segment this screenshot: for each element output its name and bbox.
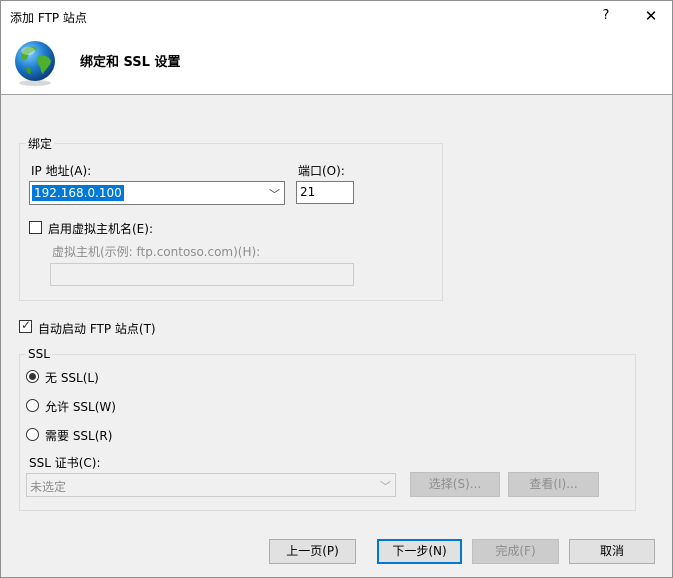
ssl-cert-label: SSL 证书(C): (29, 456, 101, 470)
radio-require-ssl[interactable] (26, 428, 39, 441)
virtual-host-checkbox[interactable] (29, 221, 42, 234)
title-bar: 添加 FTP 站点 ? ✕ (1, 1, 672, 31)
chevron-down-icon: ﹀ (380, 480, 391, 493)
help-button[interactable]: ? (591, 1, 621, 31)
port-label: 端口(O): (298, 164, 345, 178)
radio-selected-dot (29, 373, 36, 380)
view-cert-button[interactable]: 查看(I)... (508, 472, 599, 497)
page-heading: 绑定和 SSL 设置 (80, 55, 181, 70)
ip-address-label: IP 地址(A): (31, 164, 92, 178)
port-value: 21 (300, 185, 316, 199)
window-title: 添加 FTP 站点 (10, 11, 87, 25)
radio-require-ssl-label: 需要 SSL(R) (45, 429, 113, 443)
virtual-host-input[interactable] (50, 263, 354, 286)
radio-allow-ssl[interactable] (26, 399, 39, 412)
dialog-window: 添加 FTP 站点 ? ✕ 绑定和 SSL 设置 绑定 IP 地址(A): 19… (0, 0, 673, 578)
select-cert-button[interactable]: 选择(S)... (410, 472, 500, 497)
autostart-label: 自动启动 FTP 站点(T) (38, 322, 156, 336)
binding-group-label: 绑定 (26, 135, 55, 152)
globe-icon (15, 41, 55, 86)
wizard-header: 绑定和 SSL 设置 (1, 31, 672, 95)
chevron-down-icon: ﹀ (269, 188, 280, 201)
finish-button[interactable]: 完成(F) (472, 539, 559, 564)
close-button[interactable]: ✕ (635, 1, 667, 31)
ip-address-combo[interactable]: 192.168.0.100 ﹀ (29, 181, 285, 205)
virtual-host-checkbox-label: 启用虚拟主机名(E): (48, 222, 153, 236)
ssl-cert-value: 未选定 (30, 480, 67, 494)
ssl-cert-combo[interactable]: 未选定 ﹀ (26, 473, 396, 497)
radio-allow-ssl-label: 允许 SSL(W) (45, 400, 116, 414)
port-input[interactable]: 21 (296, 181, 354, 204)
cancel-button[interactable]: 取消 (569, 539, 655, 564)
radio-no-ssl[interactable] (26, 370, 39, 383)
radio-no-ssl-label: 无 SSL(L) (45, 371, 99, 385)
virtual-host-label: 虚拟主机(示例: ftp.contoso.com)(H): (52, 245, 261, 259)
autostart-checkbox[interactable]: ✓ (19, 318, 32, 333)
checkmark-icon: ✓ (21, 318, 32, 332)
previous-button[interactable]: 上一页(P) (269, 539, 356, 564)
ip-address-value: 192.168.0.100 (32, 185, 124, 201)
next-button[interactable]: 下一步(N) (377, 539, 462, 564)
ssl-group-label: SSL (26, 347, 52, 361)
